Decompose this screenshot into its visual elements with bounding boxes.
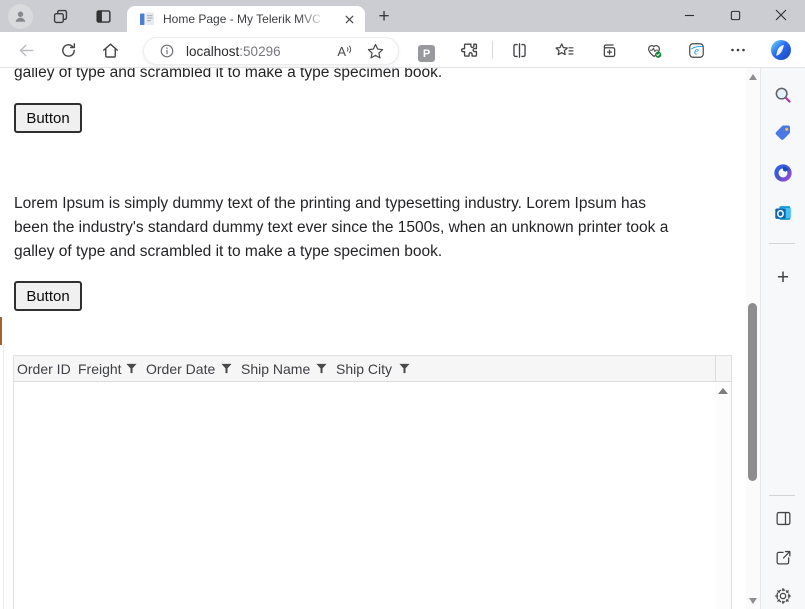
grid-scroll-up-icon[interactable] [718, 388, 728, 394]
refresh-icon[interactable] [58, 40, 78, 60]
outlook-icon[interactable] [772, 202, 794, 224]
page-content: galley of type and scrambled it to make … [0, 68, 746, 609]
profile-avatar[interactable] [8, 4, 33, 29]
more-menu-icon[interactable] [728, 40, 748, 60]
left-edge-marker [0, 317, 2, 345]
person-icon [15, 11, 26, 22]
url-port: :50296 [239, 43, 281, 59]
browser-essentials-icon[interactable] [644, 40, 664, 60]
sidebar-add-button[interactable]: + [772, 266, 794, 289]
extensions-icon[interactable] [460, 40, 480, 60]
column-header-ship-name[interactable]: Ship Name [238, 356, 333, 381]
tab-strip: Home Page - My Telerik MVC Ap + [0, 0, 805, 32]
filter-icon[interactable] [316, 363, 327, 374]
lorem-paragraph: Lorem Ipsum is simply dummy text of the … [14, 192, 668, 264]
microsoft-365-icon[interactable] [772, 162, 794, 184]
grid-vertical-scrollbar[interactable] [715, 382, 731, 609]
browser-tab[interactable]: Home Page - My Telerik MVC Ap [127, 6, 365, 32]
column-header-ship-city[interactable]: Ship City [333, 356, 416, 381]
grid-body-empty [14, 382, 731, 609]
tab-actions-icon[interactable] [93, 6, 113, 26]
new-tab-button[interactable]: + [372, 5, 396, 29]
search-icon[interactable] [772, 84, 794, 106]
sidebar-divider [769, 243, 795, 244]
container-left-border [3, 345, 4, 609]
tab-title: Home Page - My Telerik MVC Ap [163, 12, 325, 26]
copilot-icon[interactable] [769, 38, 793, 62]
paragraph-line: Lorem Ipsum is simply dummy text of the … [14, 195, 647, 212]
paragraph-line: galley of type and scrambled it to make … [14, 243, 443, 260]
address-bar[interactable]: localhost:50296 A [143, 37, 399, 65]
window-maximize-button[interactable] [712, 0, 758, 30]
scroll-down-icon[interactable] [749, 598, 757, 604]
filter-icon[interactable] [126, 363, 137, 374]
browser-window: Home Page - My Telerik MVC Ap + localhos… [0, 0, 805, 609]
workspaces-icon[interactable] [50, 6, 70, 26]
toolbar-separator [492, 41, 493, 59]
tab-close-icon[interactable] [340, 10, 358, 28]
collections-icon[interactable] [599, 40, 619, 60]
sidebar-panel-icon[interactable] [772, 507, 794, 529]
sidebar-divider [769, 495, 795, 496]
grid-header-row: Order ID Freight Order Date Ship Name Sh… [14, 356, 731, 382]
grid-header-scrollbar-spacer [715, 356, 731, 381]
favorite-star-icon[interactable] [367, 43, 384, 60]
column-header-freight[interactable]: Freight [75, 356, 143, 381]
favorites-icon[interactable] [554, 40, 574, 60]
orders-grid: Order ID Freight Order Date Ship Name Sh… [13, 355, 732, 609]
scroll-up-icon[interactable] [749, 74, 757, 80]
column-header-order-id[interactable]: Order ID [14, 356, 75, 381]
column-header-order-date[interactable]: Order Date [143, 356, 238, 381]
back-icon[interactable] [16, 40, 36, 60]
button-top[interactable]: Button [14, 103, 82, 133]
url-host: localhost [186, 43, 240, 59]
button-bottom[interactable]: Button [14, 281, 82, 311]
filter-icon[interactable] [399, 363, 410, 374]
shopping-icon[interactable] [772, 122, 794, 144]
paragraph-line: been the industry's standard dummy text … [14, 219, 669, 236]
tab-favicon [140, 12, 154, 25]
scrollbar-thumb[interactable] [748, 303, 757, 481]
settings-gear-icon[interactable] [772, 585, 794, 607]
edge-sidebar: + [760, 68, 805, 609]
home-icon[interactable] [100, 40, 120, 60]
clipped-paragraph-line: galley of type and scrambled it to make … [14, 68, 443, 81]
ie-mode-icon[interactable]: e [686, 40, 706, 60]
navigation-bar: localhost:50296 A P e [0, 32, 805, 68]
window-minimize-button[interactable] [666, 0, 712, 30]
window-close-button[interactable] [758, 0, 804, 30]
read-aloud-icon[interactable]: A [337, 44, 353, 59]
filter-icon[interactable] [221, 363, 232, 374]
open-external-icon[interactable] [772, 546, 794, 568]
site-info-icon[interactable] [159, 43, 175, 59]
page-vertical-scrollbar[interactable] [746, 68, 760, 609]
extension-badge-p[interactable]: P [418, 45, 435, 62]
split-screen-icon[interactable] [509, 40, 529, 60]
